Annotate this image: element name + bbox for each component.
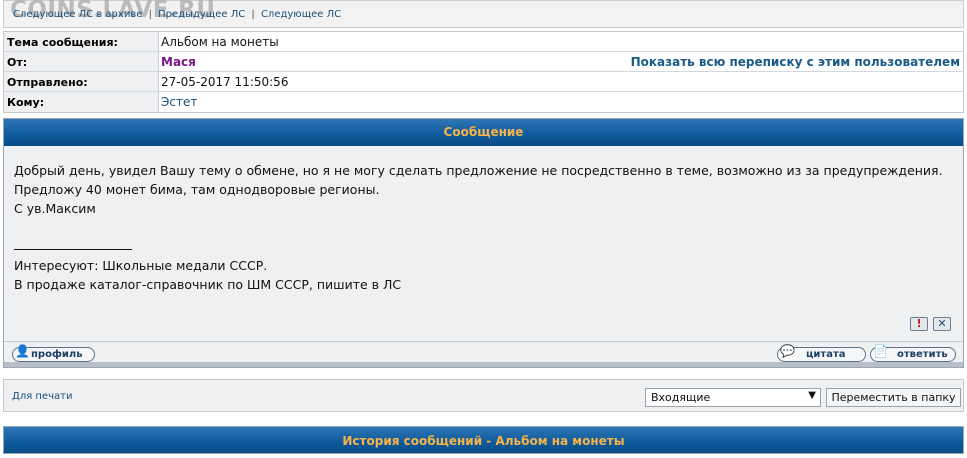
folder-select[interactable]: Входящие ▼ [645, 388, 821, 407]
recipient-row: Кому: Эстет [4, 92, 963, 112]
message-body: Добрый день, увидел Вашу тему о обмене, … [14, 161, 943, 294]
previous-message-link[interactable]: Предыдущее ЛС [158, 9, 245, 20]
reply-button-label: ответить [897, 349, 948, 360]
move-to-folder-button[interactable]: Переместить в папку [826, 388, 961, 407]
sent-datetime: 27-05-2017 11:50:56 [161, 75, 289, 89]
quote-button-label: цитата [806, 349, 846, 360]
message-header-table: Тема сообщения: Альбом на монеты От: Мас… [3, 31, 964, 113]
report-warning-icon[interactable]: ! [910, 317, 928, 331]
user-icon: 👤 [15, 344, 30, 358]
signature-line: В продаже каталог-справочник по ШМ СССР,… [14, 277, 402, 292]
subject-row: Тема сообщения: Альбом на монеты [4, 32, 963, 52]
nav-separator: | [148, 9, 152, 20]
message-line: Добрый день, увидел Вашу тему о обмене, … [14, 163, 943, 178]
dropdown-arrow-icon: ▼ [808, 390, 816, 401]
message-history-title: История сообщений - Альбом на монеты [3, 426, 964, 454]
panel-bottom-stripe [4, 362, 963, 367]
quote-button[interactable]: 💬 цитата [777, 344, 866, 362]
profile-button-label: профиль [31, 349, 83, 360]
message-panel-title: Сообщение [4, 119, 963, 146]
message-line: Предложу 40 монет бима, там однодворовые… [14, 182, 380, 197]
from-row: От: Мася Показать всю переписку с этим п… [4, 52, 963, 72]
subject-label: Тема сообщения: [4, 32, 159, 51]
panel-divider [4, 341, 963, 342]
show-all-conversation-link[interactable]: Показать всю переписку с этим пользовате… [631, 55, 960, 69]
message-panel: Сообщение Добрый день, увидел Вашу тему … [3, 118, 964, 368]
next-message-link[interactable]: Следующее ЛС [261, 9, 341, 20]
reply-button[interactable]: 📄 ответить [870, 344, 956, 362]
sent-label: Отправлено: [4, 72, 159, 91]
signature-divider [14, 249, 132, 250]
top-navigation: COINS.LAVE.RU Следующее ЛС в архиве | Пр… [3, 0, 964, 28]
folder-select-value: Входящие [651, 391, 711, 404]
print-version-link[interactable]: Для печати [12, 391, 72, 402]
message-nav-links: Следующее ЛС в архиве | Предыдущее ЛС | … [13, 9, 341, 20]
profile-button[interactable]: 👤 профиль [12, 344, 95, 362]
signature-line: Интересуют: Школьные медали СССР. [14, 258, 268, 273]
from-label: От: [4, 52, 159, 71]
reply-document-icon: 📄 [873, 344, 888, 358]
nav-separator: | [251, 9, 255, 20]
recipient-username-link[interactable]: Эстет [161, 95, 197, 109]
message-icon-buttons: ! ✕ [905, 312, 951, 331]
sent-row: Отправлено: 27-05-2017 11:50:56 [4, 72, 963, 92]
delete-close-icon[interactable]: ✕ [933, 317, 951, 331]
sender-username-link[interactable]: Мася [161, 55, 196, 69]
bottom-toolbar: Для печати Входящие ▼ Переместить в папк… [3, 379, 964, 412]
message-line: С ув.Максим [14, 201, 96, 216]
to-label: Кому: [4, 92, 159, 112]
subject-value: Альбом на монеты [161, 35, 279, 49]
quote-speech-icon: 💬 [780, 344, 795, 358]
archive-message-link[interactable]: Следующее ЛС в архиве [13, 9, 142, 20]
